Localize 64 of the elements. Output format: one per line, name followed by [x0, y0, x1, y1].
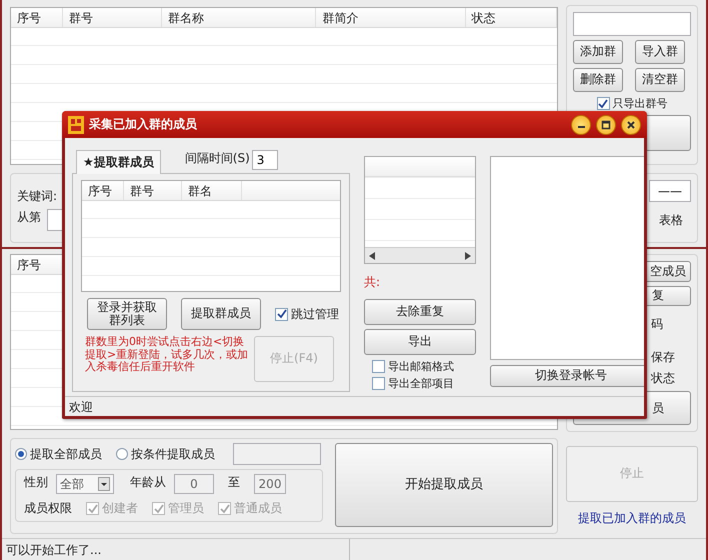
export-button[interactable]: 导出	[364, 329, 476, 355]
scroll-left-icon[interactable]	[369, 252, 375, 260]
check-icon	[276, 309, 286, 319]
group-button[interactable]: 清空群	[635, 68, 685, 92]
checkbox[interactable]: 导出全部项目	[372, 376, 476, 391]
group-button[interactable]: 添加群	[573, 40, 623, 64]
condition-field[interactable]	[233, 443, 321, 465]
window-title: 采集已加入群的成员	[89, 116, 198, 133]
check-icon	[598, 98, 608, 108]
age-to-field[interactable]: 200	[254, 474, 286, 494]
interval-field[interactable]: 3	[252, 150, 278, 170]
login-button[interactable]: 登录并获取群列表	[87, 298, 167, 330]
option-label: 状态	[651, 370, 675, 388]
dedupe-button[interactable]: 去除重复	[364, 299, 476, 325]
option-label: 保存	[651, 349, 675, 366]
column-header[interactable]: 群号	[62, 8, 162, 27]
scrollbar[interactable]	[365, 247, 475, 263]
check-icon	[154, 504, 164, 514]
column-header[interactable]: 群名称	[162, 8, 316, 27]
gender-label: 性别	[24, 474, 48, 491]
checkbox[interactable]: 导出邮箱格式	[372, 359, 476, 374]
maximize-icon	[601, 120, 611, 130]
value-field[interactable]: ——	[649, 180, 691, 202]
group-button[interactable]: 删除群	[573, 68, 623, 92]
checkbox[interactable]: 只导出群号	[596, 96, 668, 111]
group-number-field[interactable]	[573, 12, 691, 36]
age-to-label: 至	[228, 474, 240, 491]
radio-option[interactable]: 按条件提取成员	[116, 446, 215, 462]
age-from-field[interactable]: 0	[174, 474, 214, 494]
start-button[interactable]: 开始提取成员	[334, 443, 553, 527]
from-label: 从第	[17, 209, 41, 226]
column-header[interactable]: 序号	[82, 181, 124, 200]
minimize-button[interactable]	[571, 114, 591, 134]
age-label: 年龄从	[130, 474, 166, 491]
close-icon	[626, 120, 636, 130]
extract-link[interactable]: 提取已加入群的成员	[566, 510, 698, 527]
group-button[interactable]: 导入群	[635, 40, 685, 64]
checkbox[interactable]: 跳过管理	[275, 306, 339, 322]
column-header[interactable]: 群简介	[316, 8, 466, 27]
hint-text: 群数里为0时尝试点击右边<切换提取>重新登陆，试多几次，或加入杀毒信任后重开软件	[85, 336, 250, 374]
maximize-button[interactable]	[596, 114, 616, 134]
total-label: 共:	[364, 274, 380, 291]
scroll-right-icon[interactable]	[465, 252, 471, 260]
switch-account-button[interactable]: 切换登录帐号	[490, 365, 644, 387]
role-label: 成员权限	[24, 500, 72, 517]
status-message: 可以开始工作了...	[2, 539, 350, 560]
column-header[interactable]: 群名	[182, 181, 242, 200]
interval-label: 间隔时间(S)	[184, 150, 250, 167]
radio-option[interactable]: 提取全部成员	[15, 446, 102, 462]
table-label: 表格	[659, 212, 683, 229]
column-header[interactable]: 序号	[11, 8, 63, 27]
close-button[interactable]	[621, 114, 641, 134]
gender-dropdown[interactable]: 全部	[56, 474, 114, 494]
column-header[interactable]: 状态	[466, 8, 558, 27]
minimize-icon	[578, 126, 584, 128]
app-icon	[68, 116, 84, 134]
check-icon	[88, 504, 98, 514]
keyword-label: 关键词:	[17, 188, 58, 205]
option-label: 码	[651, 316, 663, 334]
extract-button[interactable]: 提取群成员	[181, 298, 261, 330]
column-header[interactable]: 群号	[124, 181, 182, 200]
check-icon	[220, 504, 230, 514]
dialog-status: 欢迎	[65, 396, 644, 416]
tab[interactable]: ★提取群成员	[76, 150, 161, 174]
